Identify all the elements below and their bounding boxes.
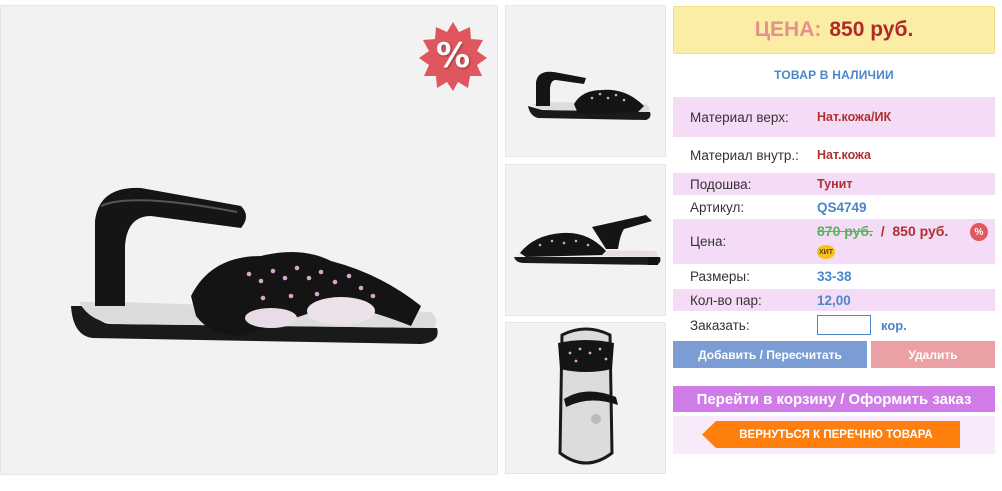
spec-label: Материал верх:: [690, 109, 789, 125]
sale-mark-icon: %: [970, 223, 988, 241]
spec-value: 33-38: [817, 268, 852, 284]
price-banner: ЦЕНА: 850 руб.: [673, 6, 995, 54]
order-unit: кор.: [881, 317, 907, 333]
spec-label: Размеры:: [690, 268, 750, 284]
sandal-thumbnail-image-2: [514, 215, 661, 265]
spec-label: Кол-во пар:: [690, 292, 762, 308]
new-price: 850 руб.: [892, 223, 949, 239]
thumbnail-side-view[interactable]: [505, 5, 666, 157]
price-separator: /: [880, 223, 885, 239]
spec-row-pairs: Кол-во пар: 12,00: [673, 289, 995, 311]
delete-button[interactable]: Удалить: [871, 341, 995, 368]
main-product-image[interactable]: %: [0, 5, 498, 475]
spec-label: Артикул:: [690, 199, 745, 215]
spec-row-material-inner: Материал внутр.: Нат.кожа: [673, 137, 995, 173]
go-to-cart-button[interactable]: Перейти в корзину / Оформить заказ: [673, 386, 995, 412]
price-cell: 870 руб. / 850 руб. % ХИТ: [817, 219, 995, 264]
back-to-list-button[interactable]: ВЕРНУТЬСЯ К ПЕРЕЧНЮ ТОВАРА: [702, 421, 960, 448]
spec-value: 12,00: [817, 292, 851, 308]
spec-value: Тунит: [817, 177, 853, 191]
add-recalculate-button[interactable]: Добавить / Пересчитать: [673, 341, 867, 368]
old-price: 870 руб.: [817, 223, 873, 239]
spec-value: Нат.кожа/ИК: [817, 110, 892, 124]
spec-row-sizes: Размеры: 33-38: [673, 265, 995, 287]
price-banner-value: 850 руб.: [829, 18, 914, 41]
thumbnail-outer-view[interactable]: [505, 164, 666, 316]
stock-status: ТОВАР В НАЛИЧИИ: [774, 68, 894, 82]
spec-row-sole: Подошва: Тунит: [673, 173, 995, 195]
spec-label: Материал внутр.:: [690, 147, 799, 163]
spec-value: QS4749: [817, 199, 867, 215]
hit-badge-icon: ХИТ: [817, 245, 835, 259]
spec-value: Нат.кожа: [817, 148, 872, 162]
sandal-thumbnail-image-3: [558, 327, 618, 465]
price-banner-label: ЦЕНА:: [754, 18, 822, 41]
spec-row-article: Артикул: QS4749: [673, 196, 995, 218]
order-quantity-input[interactable]: [817, 315, 871, 335]
spec-row-price: Цена: 870 руб. / 850 руб. % ХИТ: [673, 219, 995, 264]
spec-row-material-top: Материал верх: Нат.кожа/ИК: [673, 97, 995, 137]
sale-badge: %: [417, 20, 489, 92]
spec-label: Подошва:: [690, 176, 752, 192]
sandal-thumbnail-image-1: [528, 71, 651, 120]
spec-label: Цена:: [690, 234, 727, 249]
price-line: 870 руб. / 850 руб.: [817, 223, 948, 239]
spec-label: Заказать:: [690, 317, 750, 333]
thumbnail-top-view[interactable]: [505, 322, 666, 474]
sale-badge-text: %: [435, 36, 471, 76]
spec-row-order: Заказать: кор.: [673, 313, 995, 337]
